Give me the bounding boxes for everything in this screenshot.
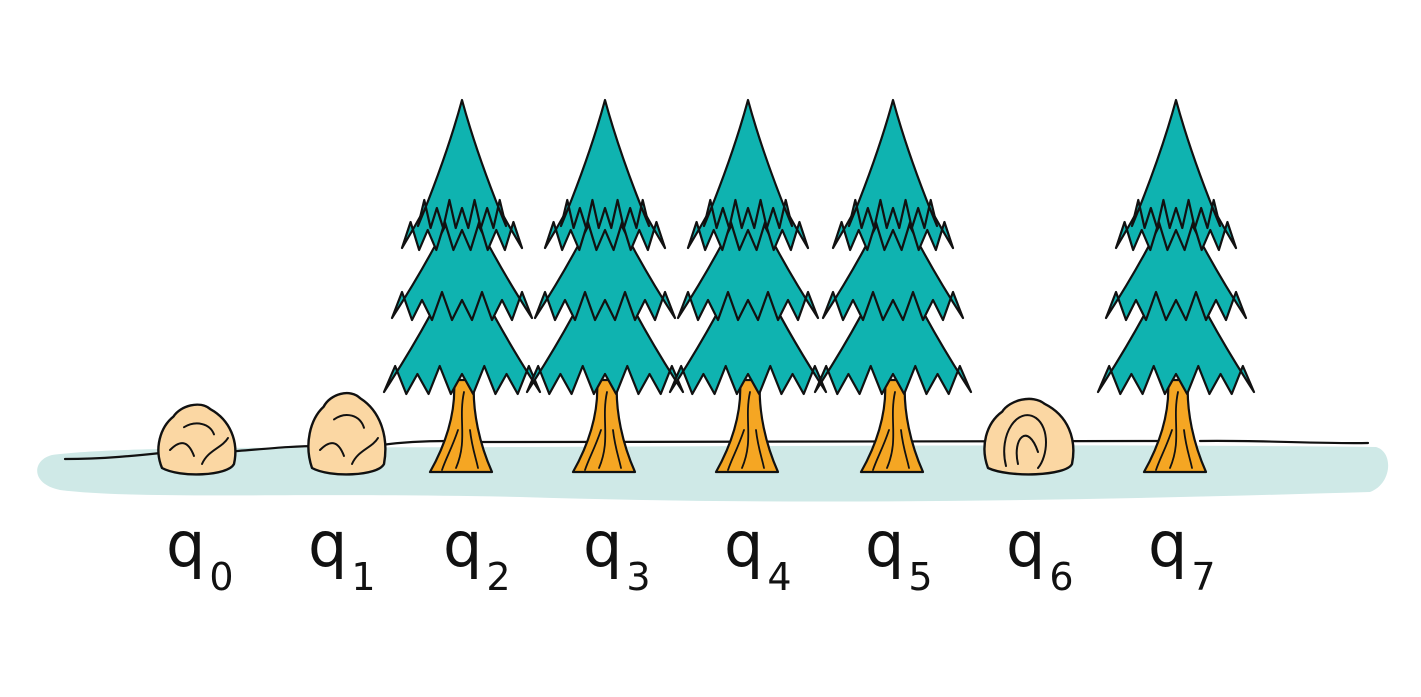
label-subscript: 1 [351,555,375,599]
rock-1 [307,391,387,476]
position-label-0: q0 [166,508,234,599]
position-label-2: q2 [443,508,511,599]
pine-tree-2 [382,98,542,474]
tree-trunk [571,378,637,474]
pine-tree-3 [525,98,685,474]
position-label-1: q1 [308,508,376,599]
labels-row: q0q1q2q3q4q5q6q7 [166,508,1216,599]
tree-trunk [859,378,925,474]
label-subscript: 2 [486,555,510,599]
forest-diagram: q0q1q2q3q4q5q6q7 [37,98,1389,599]
position-label-6: q6 [1006,508,1074,599]
label-symbol: q [166,508,205,581]
rock-6 [983,397,1075,476]
label-subscript: 4 [767,555,791,599]
label-symbol: q [583,508,622,581]
label-subscript: 6 [1049,555,1073,599]
label-symbol: q [1006,508,1045,581]
label-subscript: 7 [1191,555,1215,599]
rock-body [157,403,237,476]
pine-tree-5 [813,98,973,474]
label-symbol: q [865,508,904,581]
rock-body [307,391,387,476]
pine-tree-4 [668,98,828,474]
tree-trunk [714,378,780,474]
tree-foliage-tier [847,98,939,230]
objects-row [157,98,1256,476]
pine-tree-7 [1096,98,1256,474]
position-label-4: q4 [724,508,792,599]
tree-foliage-tier [1130,98,1222,230]
position-label-5: q5 [865,508,933,599]
label-symbol: q [443,508,482,581]
tree-trunk [428,378,494,474]
position-label-7: q7 [1148,508,1216,599]
tree-foliage-tier [416,98,508,230]
label-subscript: 3 [626,555,650,599]
tree-foliage-tier [559,98,651,230]
label-symbol: q [308,508,347,581]
tree-foliage-tier [702,98,794,230]
label-symbol: q [1148,508,1187,581]
rock-0 [157,403,237,476]
label-subscript: 0 [209,555,233,599]
label-subscript: 5 [908,555,932,599]
position-label-3: q3 [583,508,651,599]
tree-trunk [1142,378,1208,474]
label-symbol: q [724,508,763,581]
